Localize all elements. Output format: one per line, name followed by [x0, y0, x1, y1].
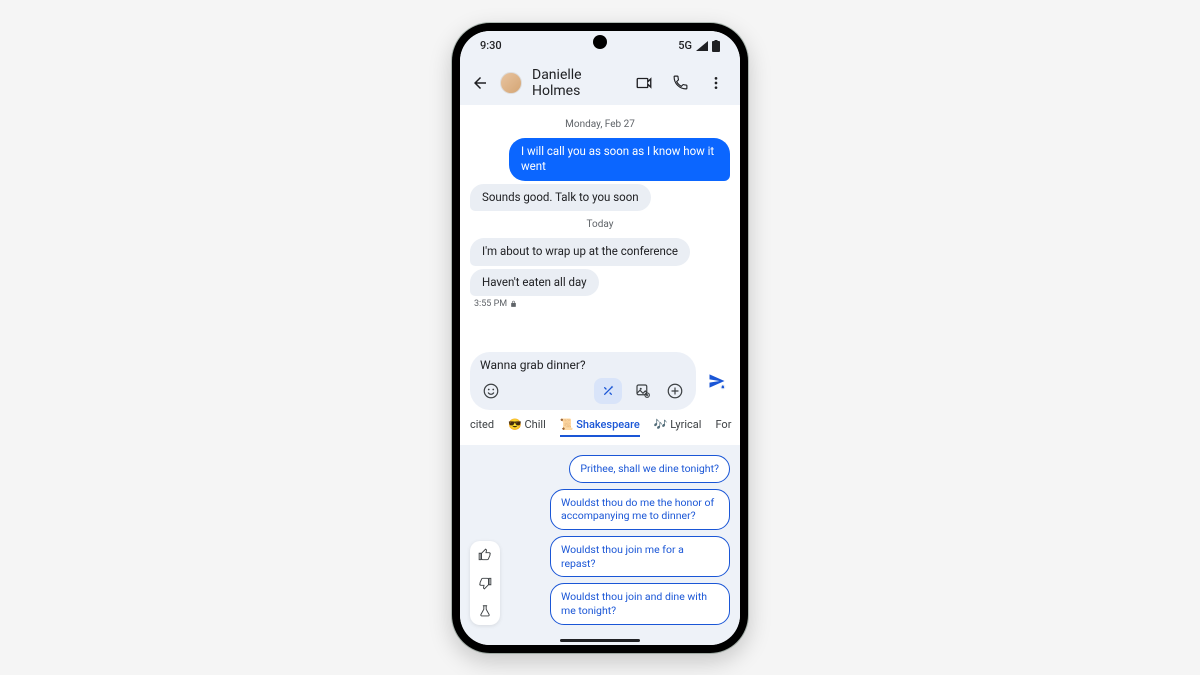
contact-avatar[interactable]: [500, 72, 522, 94]
message-row-outgoing: I will call you as soon as I know how it…: [470, 138, 730, 181]
message-row-incoming: Haven't eaten all day: [470, 269, 730, 297]
chat-scroll[interactable]: Monday, Feb 27 I will call you as soon a…: [460, 105, 740, 349]
contact-name[interactable]: Danielle Holmes: [532, 67, 624, 99]
phone-frame: 9:30 5G Danielle Holmes: [452, 23, 748, 653]
status-time: 9:30: [480, 39, 502, 52]
style-tab-lyrical[interactable]: 🎶 Lyrical: [654, 418, 702, 435]
message-bubble[interactable]: I'm about to wrap up at the conference: [470, 238, 690, 266]
emoji-button[interactable]: [480, 380, 502, 402]
network-label: 5G: [678, 39, 692, 52]
voice-call-button[interactable]: [670, 73, 690, 93]
timestamp-text: 3:55 PM: [474, 299, 507, 309]
date-divider: Monday, Feb 27: [470, 119, 730, 130]
send-button[interactable]: [704, 368, 730, 394]
style-tab-shakespeare[interactable]: 📜 Shakespeare: [560, 418, 640, 437]
message-bubble[interactable]: Haven't eaten all day: [470, 269, 599, 297]
more-options-button[interactable]: [706, 73, 726, 93]
experiment-button[interactable]: [470, 597, 500, 625]
suggestion-list: Prithee, shall we dine tonight? Wouldst …: [470, 455, 730, 624]
home-indicator[interactable]: [560, 639, 640, 642]
status-icons: 5G: [678, 39, 720, 52]
compose-input[interactable]: Wanna grab dinner?: [470, 352, 696, 410]
feedback-buttons: [470, 541, 500, 625]
camera-punch-hole: [593, 35, 607, 49]
add-button[interactable]: [664, 380, 686, 402]
message-bubble[interactable]: I will call you as soon as I know how it…: [509, 138, 730, 181]
suggestions-panel: Prithee, shall we dine tonight? Wouldst …: [460, 445, 740, 644]
style-tab-excited[interactable]: cited: [470, 418, 494, 435]
back-button[interactable]: [470, 73, 490, 93]
message-row-incoming: I'm about to wrap up at the conference: [470, 238, 730, 266]
suggestion-chip[interactable]: Wouldst thou join and dine with me tonig…: [550, 583, 730, 624]
gallery-button[interactable]: [632, 380, 654, 402]
video-call-button[interactable]: [634, 73, 654, 93]
compose-area: Wanna grab dinner?: [460, 348, 740, 418]
date-divider: Today: [470, 219, 730, 230]
suggestion-chip[interactable]: Wouldst thou do me the honor of accompan…: [550, 489, 730, 530]
style-tab-chill[interactable]: 😎 Chill: [508, 418, 546, 435]
lock-icon: [510, 300, 517, 308]
signal-icon: [696, 41, 708, 51]
style-tab-formal[interactable]: For: [715, 418, 731, 435]
message-bubble[interactable]: Sounds good. Talk to you soon: [470, 184, 651, 212]
thumbs-down-button[interactable]: [470, 569, 500, 597]
timestamp: 3:55 PM: [474, 299, 730, 309]
suggestion-chip[interactable]: Wouldst thou join me for a repast?: [550, 536, 730, 577]
style-tabs: cited 😎 Chill 📜 Shakespeare 🎶 Lyrical Fo…: [460, 418, 740, 445]
message-row-incoming: Sounds good. Talk to you soon: [470, 184, 730, 212]
suggestion-chip[interactable]: Prithee, shall we dine tonight?: [569, 455, 730, 483]
magic-compose-button[interactable]: [594, 378, 622, 404]
screen: 9:30 5G Danielle Holmes: [460, 31, 740, 645]
battery-icon: [712, 40, 720, 52]
compose-draft-text: Wanna grab dinner?: [480, 358, 686, 372]
thumbs-up-button[interactable]: [470, 541, 500, 569]
conversation-header: Danielle Holmes: [460, 61, 740, 105]
